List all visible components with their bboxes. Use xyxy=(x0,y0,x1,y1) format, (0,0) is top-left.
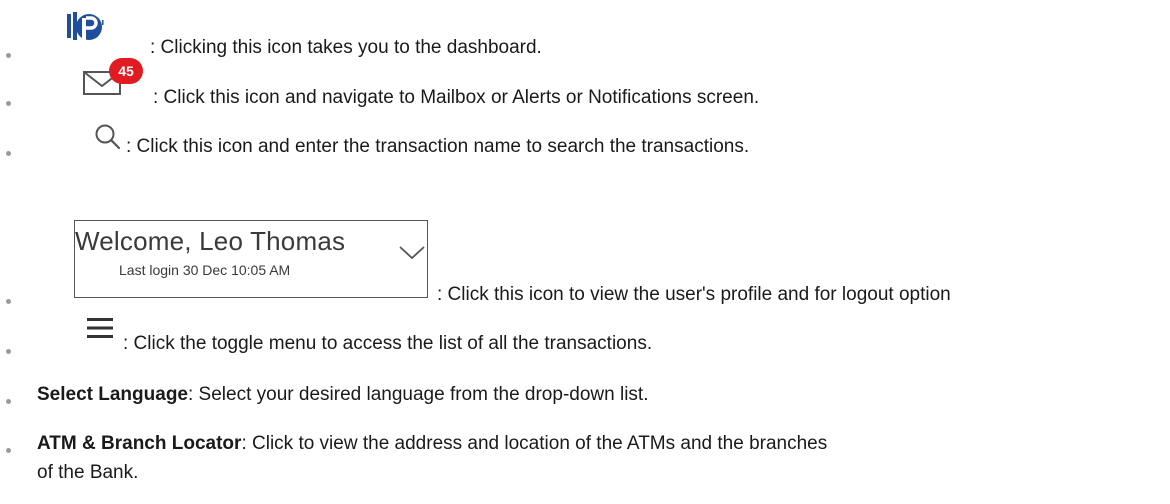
bullet xyxy=(6,448,11,453)
item-label: Select Language xyxy=(37,384,188,405)
bullet xyxy=(6,101,11,106)
item-text: Select Language: Select your desired lan… xyxy=(37,384,648,406)
notification-badge: 45 xyxy=(109,58,143,84)
bullet xyxy=(6,53,11,58)
item-description: : Click to view the address and location… xyxy=(241,433,828,454)
bullet xyxy=(6,349,11,354)
chevron-down-icon[interactable] xyxy=(397,243,427,261)
user-profile-menu[interactable]: Welcome, Leo Thomas Last login 30 Dec 10… xyxy=(74,220,428,298)
last-login-text: Last login 30 Dec 10:05 AM xyxy=(119,262,291,278)
bullet xyxy=(6,151,11,156)
bullet xyxy=(6,299,11,304)
bullet xyxy=(6,399,11,404)
logo-icon[interactable] xyxy=(65,8,105,48)
item-description: : Select your desired language from the … xyxy=(188,384,649,405)
item-text: : Click this icon to view the user's pro… xyxy=(437,284,951,305)
item-text: : Click this icon and enter the transact… xyxy=(126,136,750,157)
welcome-greeting: Welcome, Leo Thomas xyxy=(75,226,346,256)
item-label: ATM & Branch Locator xyxy=(37,433,242,454)
item-text: ATM & Branch Locator: Click to view the … xyxy=(37,433,827,455)
search-icon[interactable] xyxy=(94,123,122,151)
hamburger-menu-icon[interactable] xyxy=(87,317,113,339)
item-text: : Click the toggle menu to access the li… xyxy=(123,333,653,354)
item-text: : Click this icon and navigate to Mailbo… xyxy=(153,87,760,108)
item-text-continued: of the Bank. xyxy=(37,462,139,483)
item-text: : Clicking this icon takes you to the da… xyxy=(150,37,542,58)
